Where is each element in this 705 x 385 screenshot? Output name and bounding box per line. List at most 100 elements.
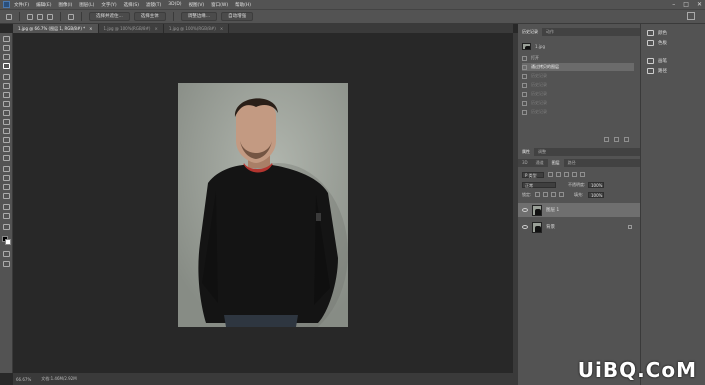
menu-view[interactable]: 视图(V): [189, 2, 205, 8]
path-selection-icon[interactable]: [3, 184, 10, 190]
brush-tool-icon[interactable]: [3, 101, 10, 107]
paths-panel-button[interactable]: 路径: [647, 68, 667, 74]
pixel-filter-icon[interactable]: [548, 172, 553, 177]
select-and-mask-button[interactable]: 选择并遮住...: [89, 12, 130, 21]
history-label: 历史记录: [531, 91, 547, 96]
brush-size-icon[interactable]: [68, 13, 74, 20]
close-icon[interactable]: ×: [155, 24, 158, 33]
color-panel-button[interactable]: 颜色: [647, 30, 667, 36]
eyedropper-tool-icon[interactable]: [3, 83, 10, 89]
refine-edge-button[interactable]: 调整边缘...: [180, 12, 218, 21]
document-photo[interactable]: [178, 83, 348, 343]
new-document-icon[interactable]: [604, 137, 609, 142]
tab-document-2[interactable]: 1.jpg @ 100%(RGB/8#) ×: [98, 24, 164, 33]
zoom-tool-icon[interactable]: [3, 213, 10, 219]
menu-type[interactable]: 文字(Y): [101, 2, 116, 8]
close-icon[interactable]: ×: [89, 24, 92, 33]
hand-tool-icon[interactable]: [3, 204, 10, 210]
tab-document-3[interactable]: 1.jpg @ 100%(RGB/8#) ×: [163, 24, 230, 33]
type-tool-icon[interactable]: [3, 175, 10, 181]
watermark-logo: UiBQ.CoM: [577, 358, 697, 382]
new-selection-icon[interactable]: [27, 13, 33, 20]
history-item[interactable]: 历史记录: [522, 108, 634, 116]
menu-filter[interactable]: 滤镜(T): [146, 2, 161, 8]
layer-thumbnail: [532, 204, 542, 216]
minimize-button[interactable]: –: [672, 1, 675, 8]
tab-document-1[interactable]: 1.jpg @ 66.7% (图层 1, RGB/8#) * ×: [13, 24, 99, 33]
menu-window[interactable]: 窗口(W): [211, 2, 228, 8]
marquee-tool-icon[interactable]: [3, 45, 10, 51]
shape-filter-icon[interactable]: [572, 172, 577, 177]
history-item[interactable]: 历史记录: [522, 99, 634, 107]
lock-all-icon[interactable]: [559, 192, 564, 197]
eye-icon[interactable]: [522, 225, 528, 229]
menu-layer[interactable]: 图层(L): [79, 2, 94, 8]
menu-image[interactable]: 图像(I): [58, 2, 72, 8]
history-item[interactable]: 历史记录: [522, 90, 634, 98]
pen-tool-icon[interactable]: [3, 166, 10, 172]
tab-layers[interactable]: 图层: [547, 159, 564, 167]
swatches-panel-button[interactable]: 色板: [647, 40, 667, 46]
collapsed-panels: 颜色 色板 画笔 路径: [640, 24, 705, 385]
type-filter-icon[interactable]: [564, 172, 569, 177]
lasso-tool-icon[interactable]: [3, 54, 10, 60]
layer-filter-select[interactable]: P 类型: [522, 172, 544, 178]
brushes-panel-button[interactable]: 画笔: [647, 58, 667, 64]
layer-row[interactable]: 背景: [518, 220, 640, 234]
maximize-button[interactable]: □: [683, 1, 689, 8]
auto-enhance-button[interactable]: 自动增强: [221, 12, 254, 21]
history-brush-icon[interactable]: [3, 119, 10, 125]
add-selection-icon[interactable]: [37, 13, 43, 20]
background-color-swatch[interactable]: [5, 239, 11, 245]
history-snapshot[interactable]: 1.jpg: [522, 42, 634, 50]
quick-selection-tool-icon[interactable]: [3, 63, 10, 69]
camera-icon[interactable]: [614, 137, 619, 142]
history-item[interactable]: 通过拷贝的图层: [522, 63, 634, 71]
menu-file[interactable]: 文件(F): [14, 2, 29, 8]
fill-input[interactable]: 100%: [588, 192, 604, 198]
blend-mode-select[interactable]: 正常: [522, 182, 556, 188]
menu-edit[interactable]: 编辑(E): [36, 2, 51, 8]
blur-tool-icon[interactable]: [3, 146, 10, 152]
rectangle-tool-icon[interactable]: [3, 193, 10, 199]
menu-help[interactable]: 帮助(H): [235, 2, 251, 8]
more-tools-icon[interactable]: [3, 224, 10, 230]
history-item[interactable]: 历史记录: [522, 81, 634, 89]
select-subject-button[interactable]: 选择主体: [133, 12, 166, 21]
tab-actions[interactable]: 动作: [542, 28, 558, 36]
eraser-tool-icon[interactable]: [3, 128, 10, 134]
clone-stamp-icon[interactable]: [3, 110, 10, 116]
history-item[interactable]: 历史记录: [522, 72, 634, 80]
trash-icon[interactable]: [624, 137, 629, 142]
lock-transparency-icon[interactable]: [535, 192, 540, 197]
lock-pixels-icon[interactable]: [543, 192, 548, 197]
move-tool-icon[interactable]: [3, 36, 10, 42]
close-button[interactable]: ✕: [697, 1, 702, 8]
quick-mask-icon[interactable]: [3, 251, 10, 257]
crop-tool-icon[interactable]: [3, 74, 10, 80]
tab-adjustments[interactable]: 调整: [534, 148, 550, 156]
workspace-icon[interactable]: [687, 12, 695, 20]
screen-mode-icon[interactable]: [3, 261, 10, 267]
eye-icon[interactable]: [522, 208, 528, 212]
tab-channels[interactable]: 通道: [532, 159, 548, 167]
smart-object-filter-icon[interactable]: [580, 172, 585, 177]
menu-3d[interactable]: 3D(D): [168, 2, 181, 7]
menu-select[interactable]: 选择(S): [124, 2, 139, 8]
quick-selection-icon[interactable]: [6, 13, 12, 20]
lock-position-icon[interactable]: [551, 192, 556, 197]
close-icon[interactable]: ×: [220, 24, 223, 33]
zoom-level[interactable]: 66.67%: [16, 377, 31, 382]
layer-row[interactable]: 图层 1: [518, 203, 640, 217]
adjustment-filter-icon[interactable]: [556, 172, 561, 177]
subtract-selection-icon[interactable]: [47, 13, 53, 20]
tab-paths[interactable]: 路径: [564, 159, 580, 167]
history-item[interactable]: 打开: [522, 54, 634, 62]
tab-3d[interactable]: 3D: [518, 159, 532, 167]
tab-properties[interactable]: 属性: [518, 148, 534, 156]
opacity-input[interactable]: 100%: [588, 182, 604, 188]
dodge-tool-icon[interactable]: [3, 155, 10, 161]
healing-brush-icon[interactable]: [3, 92, 10, 98]
gradient-tool-icon[interactable]: [3, 137, 10, 143]
tab-history[interactable]: 历史记录: [518, 28, 542, 36]
